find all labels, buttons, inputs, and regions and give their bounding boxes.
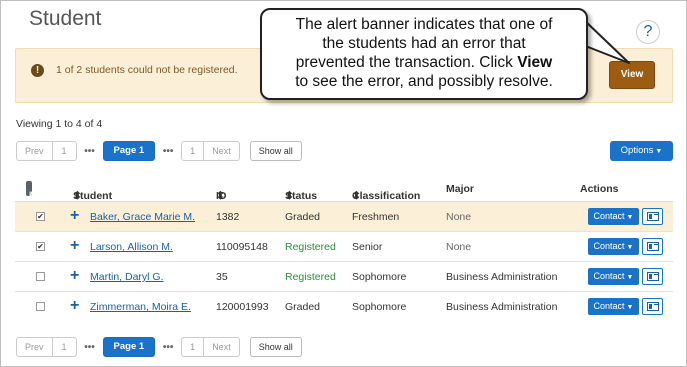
id-card-button[interactable] xyxy=(642,238,663,255)
student-name-link[interactable]: Baker, Grace Marie M. xyxy=(90,211,195,223)
ellipsis: ••• xyxy=(162,145,174,157)
callout-annotation: The alert banner indicates that one of t… xyxy=(260,8,588,100)
select-all-checkbox[interactable]: ☑ All xyxy=(26,181,40,200)
select-all-label: All xyxy=(29,190,40,200)
caret-down-icon: ▼ xyxy=(626,214,634,221)
major-value: None xyxy=(446,211,472,223)
student-name-link[interactable]: Zimmerman, Moira E. xyxy=(90,301,191,313)
contact-button[interactable]: Contact ▼ xyxy=(588,268,639,285)
show-all-button[interactable]: Show all xyxy=(249,337,302,357)
table-row: ✔ + Baker, Grace Marie M. 1382 Graded Fr… xyxy=(15,202,673,232)
first-page-button[interactable]: 1 xyxy=(52,141,77,161)
student-id: 35 xyxy=(216,271,228,283)
pager-top: Prev 1 ••• Page 1 ••• 1 Next Show all xyxy=(16,141,302,161)
sort-icon: ⬍ xyxy=(285,190,294,202)
major-value: None xyxy=(446,241,472,253)
id-card-button[interactable] xyxy=(642,268,663,285)
row-checkbox[interactable] xyxy=(36,302,45,311)
page-title: Student xyxy=(29,7,102,30)
current-page-button[interactable]: Page 1 xyxy=(102,141,156,161)
table-header: ☑ All Student ⬍ ID ⬍ Status ⬍ Classifica… xyxy=(15,176,673,202)
student-name-link[interactable]: Larson, Allison M. xyxy=(90,241,173,253)
status-value: Registered xyxy=(285,241,336,253)
major-value: Business Administration xyxy=(446,301,558,313)
actions-header: Actions xyxy=(580,183,619,195)
caret-down-icon: ▼ xyxy=(655,148,663,155)
current-page-button[interactable]: Page 1 xyxy=(102,337,156,357)
row-checkbox[interactable]: ✔ xyxy=(36,212,45,221)
next-button[interactable]: Next xyxy=(204,141,240,161)
classification-value: Freshmen xyxy=(352,211,400,223)
classification-value: Senior xyxy=(352,241,383,253)
contact-label: Contact xyxy=(593,241,625,251)
contact-button[interactable]: Contact ▼ xyxy=(588,298,639,315)
student-panel: Student ? ! 1 of 2 students could not be… xyxy=(0,0,687,367)
prev-button[interactable]: Prev xyxy=(16,141,53,161)
student-id: 120001993 xyxy=(216,301,269,313)
contact-label: Contact xyxy=(593,301,625,311)
ellipsis: ••• xyxy=(84,341,95,353)
major-value: Business Administration xyxy=(446,271,558,283)
row-checkbox[interactable]: ✔ xyxy=(36,242,45,251)
callout-line: the students had an error that xyxy=(322,35,526,52)
expand-icon[interactable]: + xyxy=(70,267,79,285)
sort-icon: ⬍ xyxy=(73,190,82,202)
contact-button[interactable]: Contact ▼ xyxy=(588,238,639,255)
exclamation-icon: ! xyxy=(31,64,44,77)
students-table: ☑ All Student ⬍ ID ⬍ Status ⬍ Classifica… xyxy=(15,176,673,322)
id-card-icon xyxy=(647,302,659,311)
prev-button[interactable]: Prev xyxy=(16,337,53,357)
id-card-button[interactable] xyxy=(642,298,663,315)
classification-value: Sophomore xyxy=(352,301,407,313)
student-id: 110095148 xyxy=(216,241,268,253)
ellipsis: ••• xyxy=(162,341,174,353)
callout-view-keyword: View xyxy=(517,54,553,71)
classification-header-label: Classification xyxy=(352,190,421,202)
options-label: Options xyxy=(620,145,654,156)
table-row: + Martin, Daryl G. 35 Registered Sophomo… xyxy=(15,262,673,292)
status-value: Graded xyxy=(285,211,321,223)
callout-line: The alert banner indicates that one of xyxy=(295,16,553,33)
expand-icon[interactable]: + xyxy=(70,237,79,255)
next-button[interactable]: Next xyxy=(204,337,240,357)
id-card-icon xyxy=(647,272,659,281)
contact-label: Contact xyxy=(593,211,625,221)
status-value: Registered xyxy=(285,271,336,283)
classification-value: Sophomore xyxy=(352,271,407,283)
student-name-link[interactable]: Martin, Daryl G. xyxy=(90,271,164,283)
ellipsis: ••• xyxy=(84,145,95,157)
expand-icon[interactable]: + xyxy=(70,297,79,315)
caret-down-icon: ▼ xyxy=(626,274,634,281)
sort-icon: ⬍ xyxy=(352,190,361,202)
last-page-button[interactable]: 1 xyxy=(181,337,205,357)
status-value: Graded xyxy=(285,301,321,313)
help-icon[interactable]: ? xyxy=(636,20,660,44)
alert-message: 1 of 2 students could not be registered. xyxy=(56,64,238,76)
id-card-button[interactable] xyxy=(642,208,663,225)
student-id: 1382 xyxy=(216,211,240,223)
options-button[interactable]: Options ▼ xyxy=(610,141,673,161)
callout-line: prevented the transaction. Click View xyxy=(262,53,586,72)
major-header: Major xyxy=(446,183,475,195)
contact-button[interactable]: Contact ▼ xyxy=(588,208,639,225)
id-card-icon xyxy=(647,212,659,221)
callout-pointer xyxy=(582,18,630,64)
pager-bottom: Prev 1 ••• Page 1 ••• 1 Next Show all xyxy=(16,337,302,357)
expand-icon[interactable]: + xyxy=(70,207,79,225)
show-all-button[interactable]: Show all xyxy=(249,141,302,161)
row-checkbox[interactable] xyxy=(36,272,45,281)
caret-down-icon: ▼ xyxy=(626,304,634,311)
viewing-count: Viewing 1 to 4 of 4 xyxy=(16,118,103,130)
contact-label: Contact xyxy=(593,271,625,281)
callout-line: to see the error, and possibly resolve. xyxy=(295,73,553,90)
first-page-button[interactable]: 1 xyxy=(52,337,77,357)
table-row: ✔ + Larson, Allison M. 110095148 Registe… xyxy=(15,232,673,262)
caret-down-icon: ▼ xyxy=(626,244,634,251)
last-page-button[interactable]: 1 xyxy=(181,141,205,161)
table-row: + Zimmerman, Moira E. 120001993 Graded S… xyxy=(15,292,673,322)
sort-icon: ⬍ xyxy=(216,190,225,202)
callout-text: prevented the transaction. Click xyxy=(295,54,518,71)
id-card-icon xyxy=(647,242,659,251)
